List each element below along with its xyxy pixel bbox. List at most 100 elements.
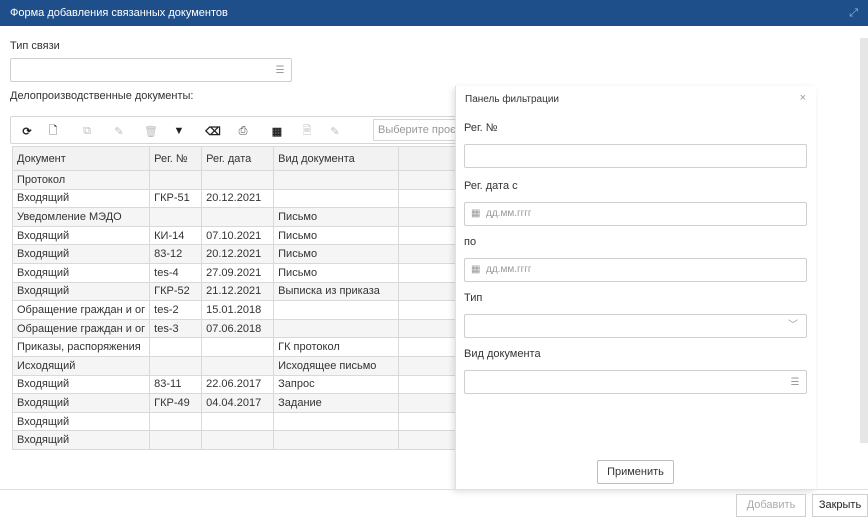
table-cell-empty	[398, 170, 460, 190]
table-cell: ГКР-51	[149, 188, 203, 209]
table-cell-empty	[398, 393, 460, 413]
table-cell: Выписка из приказа	[273, 281, 400, 302]
table-row[interactable]: Входящий 83-12 20.12.2021 Письмо	[11, 244, 460, 264]
table-cell: Обращение граждан и ог	[11, 300, 151, 320]
table-cell: Письмо	[273, 262, 400, 283]
delete-icon[interactable]: 🗑	[141, 121, 161, 141]
apply-button[interactable]: Применить	[597, 460, 674, 484]
date-placeholder: дд.мм.гггг	[486, 264, 532, 275]
table-cell	[149, 355, 203, 376]
table-row[interactable]: Входящий tes-4 27.09.2021 Письмо	[11, 262, 460, 283]
date-placeholder: дд.мм.гггг	[486, 208, 532, 219]
calendar-icon[interactable]: ▦	[471, 208, 480, 219]
table-cell	[149, 411, 203, 432]
table-cell-empty	[398, 244, 460, 264]
table-row[interactable]: Протокол	[11, 170, 460, 190]
table-cell-empty	[398, 262, 460, 283]
type-select[interactable]: ﹀	[464, 314, 807, 338]
close-icon[interactable]: ×	[800, 92, 806, 104]
documents-toolbar: ⟳ 🗋 ⧉ ✎ 🗑 ▼ ⌫ ⎙ ▦ 🗎 ✎ Выберите проє	[10, 116, 483, 144]
table-cell	[273, 300, 400, 320]
window-title: Форма добавления связанных документов	[10, 7, 228, 19]
link-type-label: Тип связи	[10, 40, 60, 52]
table-cell	[201, 170, 275, 190]
copy-icon[interactable]: ⧉	[77, 121, 97, 141]
table-cell: tes-2	[149, 300, 203, 320]
new-document-icon[interactable]: 🗋	[43, 121, 63, 141]
link-type-field[interactable]: ☰	[10, 58, 292, 82]
table-cell: Входящий	[11, 244, 151, 264]
calendar-icon[interactable]: ▦	[471, 264, 480, 275]
table-cell: Задание	[273, 393, 400, 413]
table-row[interactable]: Исходящий Исходящее письмо	[11, 355, 460, 376]
table-row[interactable]: Входящий ГКР-52 21.12.2021 Выписка из прика…	[11, 281, 460, 302]
attach-icon[interactable]: ✎	[325, 121, 345, 141]
table-row[interactable]: Входящий	[11, 430, 460, 450]
table-row[interactable]: Уведомление МЭДО Письмо	[11, 207, 460, 227]
document-icon[interactable]: 🗎	[297, 121, 317, 141]
table-cell-empty	[398, 188, 460, 209]
table-cell: Входящий	[11, 430, 151, 450]
table-row[interactable]: Входящий КИ-14 07.10.2021 Письмо	[11, 225, 460, 246]
table-row[interactable]: Входящий ГКР-49 04.04.2017 Задание	[11, 393, 460, 413]
table-cell-empty	[398, 300, 460, 320]
filter-panel: Панель фильтрации × Рег. № Рег. дата с ▦…	[455, 86, 816, 490]
column-header[interactable]: Документ	[11, 146, 151, 171]
vertical-scrollbar[interactable]	[860, 38, 868, 443]
table-cell-empty	[398, 337, 460, 357]
table-row[interactable]: Входящий 83-11 22.06.2017 Запрос	[11, 374, 460, 395]
table-cell-empty	[398, 355, 460, 376]
footer-divider	[0, 489, 868, 490]
filter-icon[interactable]: ▼	[169, 121, 189, 141]
doc-kind-label: Вид документа	[464, 348, 541, 360]
table-cell: Приказы, распоряжения	[11, 337, 151, 357]
table-row[interactable]: Приказы, распоряжения ГК протокол	[11, 337, 460, 357]
table-row[interactable]: Входящий ГКР-51 20.12.2021	[11, 188, 460, 209]
table-header: Документ Рег. № Рег. дата Вид документа	[11, 146, 460, 171]
table-row[interactable]: Обращение граждан и ог tes-2 15.01.2018	[11, 300, 460, 320]
table-cell: 07.06.2018	[201, 318, 275, 339]
refresh-icon[interactable]: ⟳	[17, 121, 37, 141]
table-cell: tes-3	[149, 318, 203, 339]
table-cell	[149, 430, 203, 450]
table-row[interactable]: Обращение граждан и ог tes-3 07.06.2018	[11, 318, 460, 339]
table-cell: Входящий	[11, 225, 151, 246]
table-cell: ГК протокол	[273, 337, 400, 357]
table-cell: Запрос	[273, 374, 400, 395]
table-cell	[201, 355, 275, 376]
column-header[interactable]: Рег. дата	[201, 146, 275, 171]
table-cell	[201, 430, 275, 450]
table-cell: Протокол	[11, 170, 151, 190]
grid-icon[interactable]: ▦	[267, 121, 287, 141]
doc-kind-input[interactable]: ☰	[464, 370, 807, 394]
print-icon[interactable]: ⎙	[233, 121, 253, 141]
close-button[interactable]: Закрыть	[812, 494, 868, 517]
reg-no-label: Рег. №	[464, 122, 498, 134]
table-cell: Письмо	[273, 207, 400, 227]
table-cell	[273, 430, 400, 450]
table-cell	[273, 318, 400, 339]
reg-no-input[interactable]	[464, 144, 807, 168]
column-header[interactable]: Вид документа	[273, 146, 400, 171]
column-header[interactable]: Рег. №	[149, 146, 203, 171]
add-button[interactable]: Добавить	[736, 494, 806, 517]
table-cell: 20.12.2021	[201, 188, 275, 209]
list-icon[interactable]: ☰	[784, 371, 806, 393]
reg-date-to-input[interactable]: ▦ дд.мм.гггг	[464, 258, 807, 282]
edit-icon[interactable]: ✎	[109, 121, 129, 141]
chevron-down-icon[interactable]: ﹀	[788, 315, 798, 337]
reg-date-from-input[interactable]: ▦ дд.мм.гггг	[464, 202, 807, 226]
table-cell: 22.06.2017	[201, 374, 275, 395]
table-cell: Входящий	[11, 281, 151, 302]
eraser-icon[interactable]: ⌫	[203, 121, 223, 141]
table-row[interactable]: Входящий	[11, 411, 460, 432]
table-cell: 20.12.2021	[201, 244, 275, 264]
table-cell-empty	[398, 430, 460, 450]
expand-icon[interactable]: ⤢	[849, 0, 858, 26]
table-cell: Обращение граждан и ог	[11, 318, 151, 339]
table-cell	[149, 170, 203, 190]
documents-table: Документ Рег. № Рег. дата Вид документа …	[11, 146, 460, 450]
list-icon[interactable]: ☰	[269, 59, 291, 81]
table-cell: Исходящий	[11, 355, 151, 376]
window-titlebar: Форма добавления связанных документов ⤢	[0, 0, 868, 26]
